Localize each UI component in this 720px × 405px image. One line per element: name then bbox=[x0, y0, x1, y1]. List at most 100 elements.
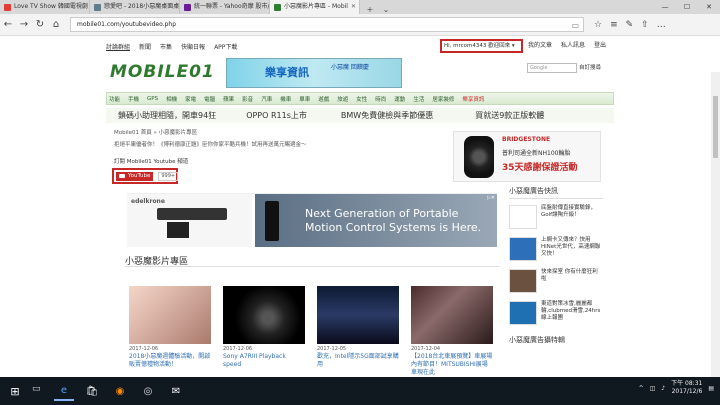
notification-icon[interactable]: ▤ bbox=[708, 385, 714, 392]
messages-link[interactable]: 私人訊息 bbox=[561, 39, 585, 53]
volume-icon[interactable]: ♪ bbox=[661, 385, 665, 392]
firefox-icon[interactable]: ◉ bbox=[110, 381, 130, 401]
new-tab-icon[interactable]: + bbox=[364, 5, 376, 14]
category-item[interactable]: 家電 bbox=[185, 95, 196, 103]
video-title[interactable]: 2018小惡魔週體驗活動，開啟販賣億禮物活動！ bbox=[129, 353, 211, 369]
task-view-icon[interactable]: ▭ bbox=[32, 384, 46, 398]
minimize-icon[interactable]: — bbox=[654, 0, 676, 14]
category-item[interactable]: 居家裝修 bbox=[432, 95, 454, 103]
share-icon[interactable]: ⇧ bbox=[641, 20, 649, 30]
notes-icon[interactable]: ✎ bbox=[626, 20, 634, 30]
network-icon[interactable]: ◫ bbox=[650, 385, 656, 392]
more-icon[interactable]: … bbox=[657, 20, 666, 30]
video-card[interactable]: 2017-12-06 2018小惡魔週體驗活動，開啟販賣億禮物活動！ bbox=[129, 286, 211, 369]
reading-view-icon[interactable]: ▭ bbox=[571, 19, 579, 32]
ad-line2: 35天感謝保證活動 bbox=[502, 163, 578, 173]
category-item[interactable]: 遊戲 bbox=[318, 95, 329, 103]
maximize-icon[interactable]: ☐ bbox=[676, 0, 698, 14]
tab-list-icon[interactable]: ⌄ bbox=[380, 5, 392, 14]
clock[interactable]: 下午 08:31 2017/12/6 bbox=[671, 380, 702, 396]
category-item[interactable]: 運動 bbox=[394, 95, 405, 103]
video-date: 2017-12-06 bbox=[223, 346, 253, 352]
video-thumbnail[interactable] bbox=[223, 286, 305, 344]
sidebar-item[interactable]: 上網卡又傳來？快用HiNet光世代，高速網聯又快！ bbox=[509, 237, 603, 263]
tire-ad[interactable]: BRIDGESTONE 普利司通全新NH100輪胎 35天感謝保證活動 bbox=[453, 131, 601, 182]
store-icon[interactable]: 🛍 bbox=[82, 381, 102, 401]
page-subtitle[interactable]: 拒絕平庸優者你！《博利德康正題》臣你你家平酷兵機！試用再送萬元賜適金～ bbox=[114, 140, 307, 148]
category-item[interactable]: 電腦 bbox=[204, 95, 215, 103]
nav-news[interactable]: 新聞 bbox=[139, 42, 151, 51]
tray-arrow-icon[interactable]: ^ bbox=[639, 385, 644, 392]
sidebar-item[interactable]: 東道對策冰雪,麗麗都輪,clubmed滑雪,24hrs線上報團 bbox=[509, 301, 603, 327]
url-input[interactable]: mobile01.com/youtubevideo.php ▭ bbox=[70, 17, 584, 32]
promo-link[interactable]: 鎖碼小助理相隨，開車94狂 bbox=[118, 110, 216, 121]
nav-daily[interactable]: 快顯日報 bbox=[181, 42, 205, 51]
mail-icon[interactable]: ✉ bbox=[166, 381, 186, 401]
web-page: 討論群組 新聞 市集 快顯日報 APP下載 Hi, mrcom4343 歡迎回來… bbox=[0, 36, 720, 377]
category-item[interactable]: 影音 bbox=[242, 95, 253, 103]
category-item[interactable]: 相機 bbox=[166, 95, 177, 103]
category-item-highlight[interactable]: 樂享資訊 bbox=[462, 95, 484, 103]
ad-line1: 普利司通全新NH100輪胎 bbox=[502, 150, 571, 157]
category-item[interactable]: 單車 bbox=[299, 95, 310, 103]
favorite-star-icon[interactable]: ☆ bbox=[594, 20, 602, 30]
sidebar-item[interactable]: 快來探室 你有什麼狂利啦 bbox=[509, 269, 603, 295]
video-card[interactable]: 2017-12-06 Sony A7RIII Playback speed bbox=[223, 286, 305, 369]
windows-start-icon[interactable]: ⊞ bbox=[4, 380, 26, 402]
video-title[interactable]: 歡充，Intel隱示5G面部試享購用 bbox=[317, 353, 399, 369]
breadcrumb[interactable]: Mobile01 首頁 » 小惡魔影片專區 bbox=[114, 128, 197, 136]
youtube-button[interactable]: YouTube bbox=[116, 171, 154, 181]
hub-icon[interactable]: ≡ bbox=[610, 20, 618, 30]
browser-tab[interactable]: Love TV Show 韓國電視劇 bbox=[0, 0, 90, 14]
site-logo[interactable]: MOBILE01 bbox=[110, 62, 215, 82]
forward-icon[interactable]: → bbox=[16, 19, 32, 30]
category-item[interactable]: GPS bbox=[147, 96, 158, 102]
page-scrollbar[interactable] bbox=[711, 72, 720, 377]
video-thumbnail[interactable] bbox=[317, 286, 399, 344]
category-item[interactable]: 蘋果 bbox=[223, 95, 234, 103]
scrollbar-thumb[interactable] bbox=[713, 96, 718, 158]
category-item[interactable]: 機車 bbox=[280, 95, 291, 103]
ad-info-icon[interactable]: ▷✕ bbox=[487, 195, 495, 201]
subscribe-label: 訂閱 Mobile01 Youtube 頻道 bbox=[114, 159, 189, 165]
category-item[interactable]: 手機 bbox=[128, 95, 139, 103]
video-thumbnail[interactable] bbox=[411, 286, 493, 344]
promo-link[interactable]: BMW免費健檢與季節優惠 bbox=[341, 110, 433, 121]
refresh-icon[interactable]: ↻ bbox=[32, 19, 48, 30]
logout-link[interactable]: 登出 bbox=[594, 39, 606, 53]
category-item[interactable]: 旅遊 bbox=[337, 95, 348, 103]
browser-tab[interactable]: 統一聯票 - Yahoo奇摩 股市/ bbox=[180, 0, 270, 14]
video-card[interactable]: 2017-12-04 【2018台北車展預覽】車展場內有節目！MITSUBISH… bbox=[411, 286, 493, 377]
video-title[interactable]: 【2018台北車展預覽】車展場內有節目！MITSUBISHI展場車現在此 bbox=[411, 353, 493, 377]
video-card[interactable]: 2017-12-05 歡充，Intel隱示5G面部試享購用 bbox=[317, 286, 399, 369]
hinet-logo bbox=[509, 237, 537, 261]
chrome-icon[interactable]: ◎ bbox=[138, 381, 158, 401]
site-search-button[interactable]: 自訂搜尋 bbox=[579, 63, 601, 73]
browser-tab[interactable]: 戀愛吧 - 2018小惡魔桌面桌 bbox=[90, 0, 180, 14]
home-icon[interactable]: ⌂ bbox=[48, 19, 64, 30]
video-thumbnail[interactable] bbox=[129, 286, 211, 344]
video-ad[interactable]: edelkrone Next Generation of Portable Mo… bbox=[127, 193, 497, 247]
browser-tab-active[interactable]: 小惡魔影片專區 - Mobil ✕ bbox=[270, 0, 360, 14]
sidebar-item[interactable]: 底盤耐傳直接實驗錄，Golf讓陶升級！ bbox=[509, 205, 603, 231]
close-tab-icon[interactable]: ✕ bbox=[351, 0, 356, 14]
video-title[interactable]: Sony A7RIII Playback speed bbox=[223, 353, 305, 369]
nav-app[interactable]: APP下載 bbox=[214, 42, 237, 51]
category-item[interactable]: 女性 bbox=[356, 95, 367, 103]
promo-link[interactable]: OPPO R11s上市 bbox=[246, 110, 307, 121]
edge-icon[interactable]: e bbox=[54, 381, 74, 401]
close-window-icon[interactable]: ✕ bbox=[698, 0, 720, 14]
sidebar-title: 小惡魔廣告快訊 bbox=[509, 186, 603, 199]
back-icon[interactable]: ← bbox=[0, 19, 16, 30]
category-item[interactable]: 功能 bbox=[109, 95, 120, 103]
category-item[interactable]: 時尚 bbox=[375, 95, 386, 103]
category-item[interactable]: 汽車 bbox=[261, 95, 272, 103]
site-search-input[interactable]: Google bbox=[527, 63, 577, 73]
my-articles-link[interactable]: 我的文章 bbox=[528, 39, 552, 53]
user-menu[interactable]: Hi, mrcom4343 歡迎回來 ▾ bbox=[440, 39, 523, 53]
header-banner[interactable]: 樂享資訊 小惡魔 回饋慶 bbox=[226, 58, 402, 88]
nav-forum[interactable]: 討論群組 bbox=[106, 42, 130, 51]
nav-market[interactable]: 市集 bbox=[160, 42, 172, 51]
category-item[interactable]: 生活 bbox=[413, 95, 424, 103]
promo-link[interactable]: 買就送9款正版軟體 bbox=[475, 110, 544, 121]
